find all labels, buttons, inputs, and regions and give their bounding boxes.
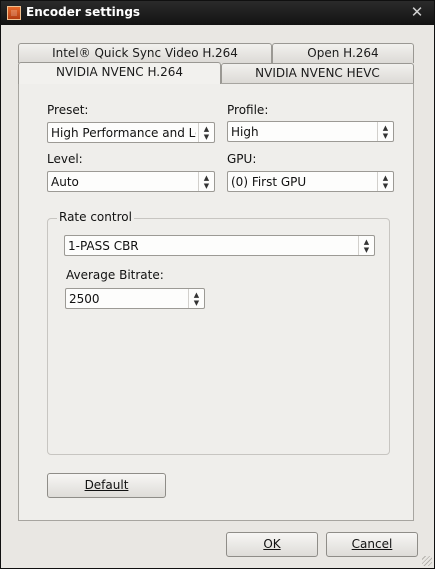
tab-nvenc-hevc[interactable]: NVIDIA NVENC HEVC xyxy=(221,63,414,83)
updown-arrows-icon: ▲ ▼ xyxy=(198,123,214,142)
level-select[interactable]: Auto ▲ ▼ xyxy=(47,171,215,192)
default-button-label: Default xyxy=(84,478,129,492)
updown-arrows-icon: ▲ ▼ xyxy=(377,122,393,141)
default-button[interactable]: Default xyxy=(47,473,166,498)
average-bitrate-value: 2500 xyxy=(69,292,100,306)
profile-label: Profile: xyxy=(227,103,269,117)
level-label: Level: xyxy=(47,152,83,166)
gpu-label: GPU: xyxy=(227,152,257,166)
level-value: Auto xyxy=(51,175,79,189)
updown-arrows-icon[interactable]: ▲ ▼ xyxy=(188,289,204,308)
profile-value: High xyxy=(231,125,259,139)
tab-label: Intel® Quick Sync Video H.264 xyxy=(52,46,238,60)
rate-control-mode-select[interactable]: 1-PASS CBR ▲ ▼ xyxy=(64,235,375,256)
average-bitrate-label: Average Bitrate: xyxy=(66,268,164,282)
updown-arrows-icon: ▲ ▼ xyxy=(377,172,393,191)
app-icon xyxy=(7,6,21,20)
title-bar[interactable]: Encoder settings ✕ xyxy=(1,1,434,25)
rate-control-mode-value: 1-PASS CBR xyxy=(68,239,139,253)
cancel-button-label: Cancel xyxy=(351,537,393,551)
tab-intel-quick-sync[interactable]: Intel® Quick Sync Video H.264 xyxy=(18,43,272,63)
tab-label: NVIDIA NVENC H.264 xyxy=(56,65,183,79)
gpu-value: (0) First GPU xyxy=(231,175,307,189)
cancel-button[interactable]: Cancel xyxy=(326,532,418,557)
encoder-settings-dialog: Encoder settings ✕ Intel® Quick Sync Vid… xyxy=(0,0,435,569)
updown-arrows-icon: ▲ ▼ xyxy=(358,236,374,255)
preset-value: High Performance and Low xyxy=(51,126,196,140)
resize-grip-icon[interactable] xyxy=(422,556,432,566)
window-title: Encoder settings xyxy=(26,5,141,19)
ok-button-label: OK xyxy=(263,537,281,551)
preset-select[interactable]: High Performance and Low ▲▼ xyxy=(47,122,215,143)
tab-label: NVIDIA NVENC HEVC xyxy=(255,66,380,80)
tab-nvenc-h264[interactable]: NVIDIA NVENC H.264 xyxy=(18,62,221,84)
profile-select[interactable]: High ▲ ▼ xyxy=(227,121,394,142)
rate-control-title: Rate control xyxy=(57,210,134,224)
average-bitrate-spinbox[interactable]: 2500 ▲ ▼ xyxy=(65,288,205,309)
ok-button[interactable]: OK xyxy=(226,532,318,557)
preset-label: Preset: xyxy=(47,103,89,117)
tab-open-h264[interactable]: Open H.264 xyxy=(272,43,414,63)
updown-arrows-icon: ▲ ▼ xyxy=(198,172,214,191)
tab-label: Open H.264 xyxy=(307,46,379,60)
close-icon[interactable]: ✕ xyxy=(408,3,426,21)
gpu-select[interactable]: (0) First GPU ▲ ▼ xyxy=(227,171,394,192)
